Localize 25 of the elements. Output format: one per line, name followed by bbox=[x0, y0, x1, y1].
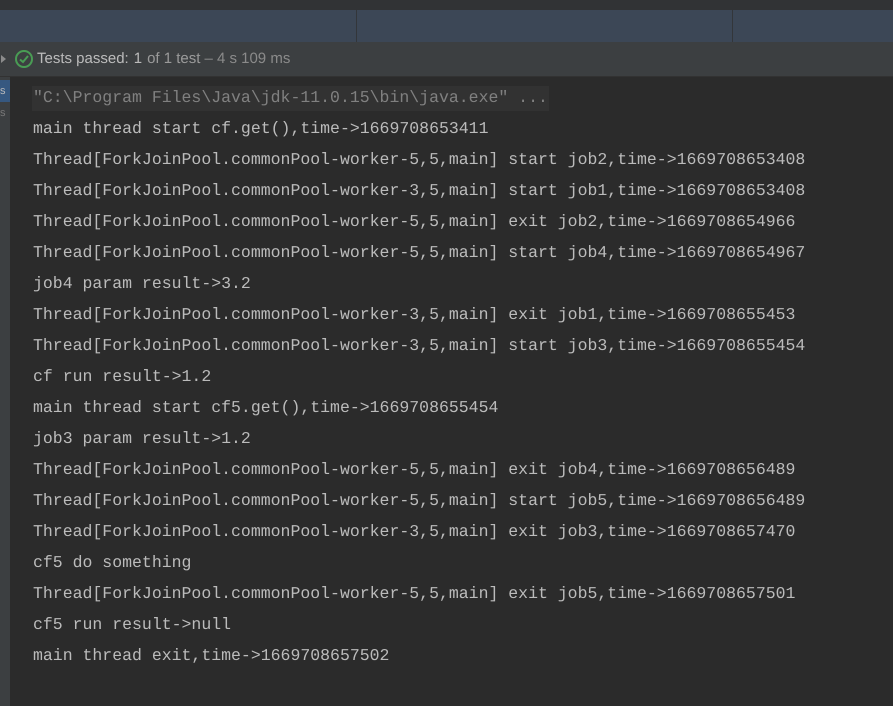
console-line: job3 param result->1.2 bbox=[32, 428, 252, 450]
side-tab[interactable]: s bbox=[0, 80, 10, 102]
console-line: cf5 do something bbox=[32, 552, 192, 574]
console-line: Thread[ForkJoinPool.commonPool-worker-5,5,main] exit job5,time->1669708657501 bbox=[32, 583, 796, 606]
expand-arrow-icon[interactable] bbox=[1, 55, 6, 63]
console-line: Thread[ForkJoinPool.commonPool-worker-5,5,main] start job2,time->1669708653408 bbox=[32, 149, 806, 172]
console-line: main thread exit,time->1669708657502 bbox=[32, 645, 390, 668]
console-line: Thread[ForkJoinPool.commonPool-worker-5,5,main] exit job4,time->1669708656489 bbox=[32, 459, 796, 482]
passed-count: 1 bbox=[134, 48, 142, 69]
total-count: of 1 test bbox=[147, 48, 200, 69]
console-line: Thread[ForkJoinPool.commonPool-worker-5,5,main] start job4,time->1669708654967 bbox=[32, 242, 806, 264]
console-line: main thread start cf5.get(),time->1669708655454 bbox=[32, 397, 500, 420]
console-line: Thread[ForkJoinPool.commonPool-worker-3,5,main] start job1,time->1669708653408 bbox=[32, 180, 806, 202]
console-line: job4 param result->3.2 bbox=[32, 273, 252, 296]
duration-text: – 4 s 109 ms bbox=[204, 48, 290, 69]
status-label: Tests passed: bbox=[37, 48, 129, 69]
console-line: Thread[ForkJoinPool.commonPool-worker-5,5,main] start job5,time->1669708656489 bbox=[32, 490, 806, 512]
console-line: main thread start cf.get(),time->1669708653411 bbox=[32, 118, 490, 140]
console-line: Thread[ForkJoinPool.commonPool-worker-5,5,main] exit job2,time->1669708654966 bbox=[32, 211, 796, 234]
console-line: Thread[ForkJoinPool.commonPool-worker-3,5,main] exit job1,time->1669708655453 bbox=[32, 304, 796, 326]
console-line: Thread[ForkJoinPool.commonPool-worker-3,5,main] start job3,time->1669708655454 bbox=[32, 335, 806, 358]
console-line: cf run result->1.2 bbox=[32, 366, 212, 388]
console-line: cf5 run result->null bbox=[32, 614, 232, 636]
side-tab[interactable]: s bbox=[0, 102, 10, 124]
console-line: Thread[ForkJoinPool.commonPool-worker-3,5,main] exit job3,time->1669708657470 bbox=[32, 521, 796, 544]
